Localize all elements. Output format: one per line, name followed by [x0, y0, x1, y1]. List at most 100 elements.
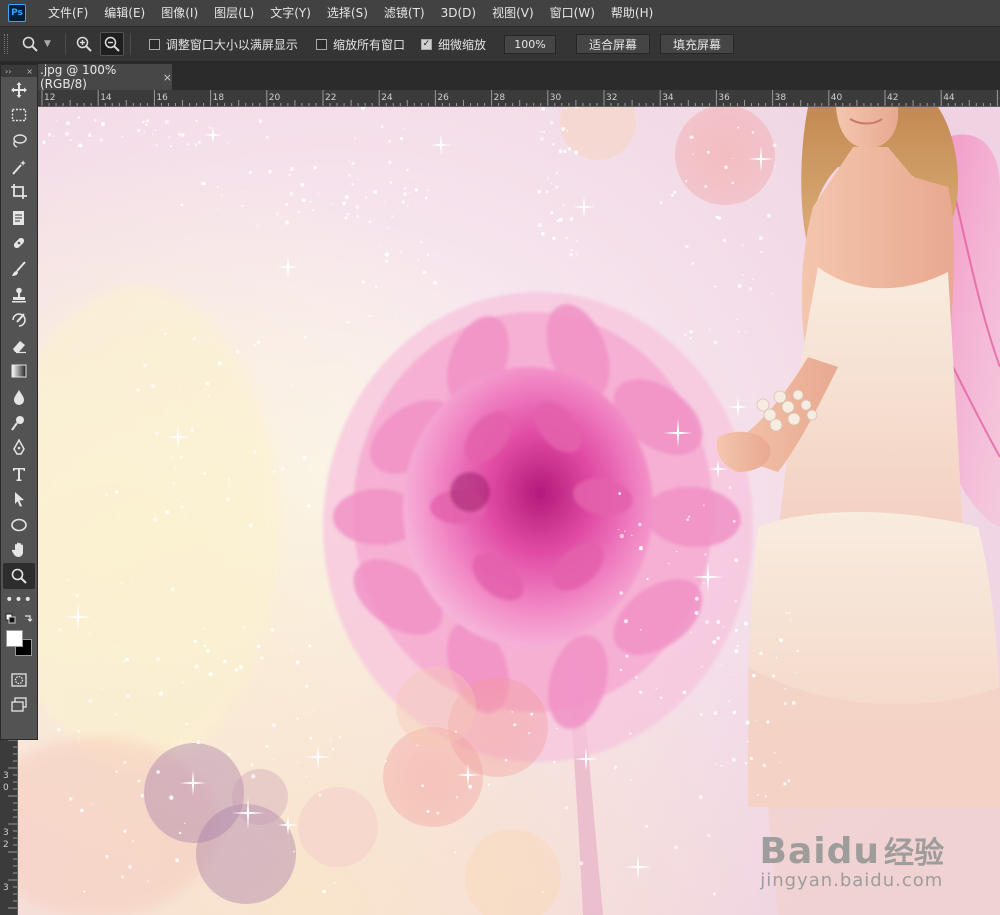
sparkle-dot	[618, 528, 620, 531]
sparkle-dot	[180, 505, 184, 509]
sparkle-dot	[165, 510, 170, 515]
sparkle-dot	[223, 659, 227, 664]
dahlia-flower	[323, 292, 753, 762]
more-tools-icon[interactable]: •••	[1, 589, 37, 611]
document-canvas[interactable]: Baidu 经验 jingyan.baidu.com	[18, 107, 1000, 915]
menu-window[interactable]: 窗口(W)	[542, 0, 603, 26]
zoom-in-icon[interactable]	[72, 32, 96, 56]
sparkle-dot	[270, 628, 275, 632]
sparkle-dot	[402, 200, 405, 204]
zoom-percent-field[interactable]: 100%	[503, 34, 556, 54]
lasso-tool-icon[interactable]	[1, 128, 37, 154]
sparkle-dot	[228, 478, 231, 481]
sparkle-dot	[194, 143, 198, 147]
sparkle-dot	[389, 180, 393, 184]
screen-mode-icon[interactable]	[1, 692, 37, 718]
menu-type[interactable]: 文字(Y)	[262, 0, 319, 26]
sparkle-dot	[56, 727, 61, 732]
foreground-color-swatch[interactable]	[6, 629, 23, 647]
sparkle-dot	[734, 599, 737, 603]
brush-tool-icon[interactable]	[1, 256, 37, 282]
crop-tool-icon[interactable]	[1, 179, 37, 205]
close-icon[interactable]: ×	[26, 67, 33, 76]
type-tool-icon[interactable]	[1, 461, 37, 487]
sparkle-dot	[424, 196, 428, 200]
ruler-vertical[interactable]: 3 0 3 2 3	[0, 740, 18, 915]
sparkle-dot	[576, 253, 579, 256]
sparkle-dot	[757, 794, 759, 796]
sparkle-dot	[309, 200, 312, 203]
move-tool-icon[interactable]	[1, 77, 37, 103]
close-icon[interactable]: ×	[163, 71, 172, 84]
collapse-panel-icon[interactable]: ››	[5, 67, 11, 76]
sparkle-dot	[569, 217, 574, 221]
sparkle-dot	[384, 259, 389, 264]
sparkle-dot	[236, 350, 240, 354]
fill-screen-button[interactable]: 填充屏幕	[659, 34, 734, 54]
resize-windows-checkbox[interactable]	[148, 38, 160, 50]
sparkle-dot	[317, 192, 320, 194]
sparkle-dot	[406, 205, 409, 208]
sparkle-dot	[716, 636, 720, 640]
watermark-brand: Baidu	[759, 831, 880, 872]
options-bar-grip[interactable]	[4, 34, 8, 54]
zoom-all-windows-checkbox[interactable]	[315, 38, 327, 50]
document-tab[interactable]: .jpg @ 100%(RGB/8) ×	[38, 63, 172, 91]
default-colors-icon[interactable]	[1, 611, 37, 627]
pen-tool-icon[interactable]	[1, 435, 37, 461]
menu-help[interactable]: 帮助(H)	[603, 0, 661, 26]
gradient-tool-icon[interactable]	[1, 359, 37, 385]
sparkle-dot	[388, 140, 391, 143]
sparkle-dot	[619, 591, 624, 595]
marquee-tool-icon[interactable]	[1, 103, 37, 129]
hand-tool-icon[interactable]	[1, 538, 37, 564]
tools-panel-header[interactable]: ›› ×	[1, 65, 37, 77]
dodge-tool-icon[interactable]	[1, 410, 37, 436]
eraser-tool-icon[interactable]	[1, 333, 37, 359]
sparkle-dot	[162, 663, 164, 665]
fit-screen-button[interactable]: 适合屏幕	[575, 34, 650, 54]
quick-mask-icon[interactable]	[1, 667, 37, 693]
magic-wand-tool-icon[interactable]	[1, 154, 37, 180]
baidu-jingyan-watermark: Baidu 经验 jingyan.baidu.com	[760, 828, 944, 891]
zoom-tool-icon[interactable]	[3, 563, 35, 589]
menu-file[interactable]: 文件(F)	[40, 0, 96, 26]
sparkle-dot	[248, 170, 253, 175]
blur-tool-icon[interactable]	[1, 384, 37, 410]
ruler-horizontal-ticks: 121416182022242628303234363840424446	[41, 90, 1000, 106]
sparkle-dot	[762, 763, 767, 768]
clone-stamp-tool-icon[interactable]	[1, 282, 37, 308]
sparkle-dot	[206, 649, 211, 654]
sparkle-dot	[154, 431, 159, 436]
menu-select[interactable]: 选择(S)	[319, 0, 376, 26]
menu-view[interactable]: 视图(V)	[484, 0, 542, 26]
sparkle-dot	[288, 173, 291, 177]
sparkle-dot	[545, 190, 549, 194]
sparkle-dot	[733, 674, 735, 676]
sparkle-dot	[752, 673, 756, 678]
healing-brush-tool-icon[interactable]	[1, 231, 37, 257]
menu-layer[interactable]: 图层(L)	[206, 0, 262, 26]
scrubby-zoom-checkbox[interactable]: ✓	[420, 38, 432, 50]
frame-tool-icon[interactable]	[1, 205, 37, 231]
sparkle-dot	[185, 722, 188, 725]
menu-3d[interactable]: 3D(D)	[433, 0, 484, 26]
menu-image[interactable]: 图像(I)	[153, 0, 206, 26]
menu-filter[interactable]: 滤镜(T)	[376, 0, 433, 26]
sparkle-dot	[549, 256, 551, 258]
sparkle-dot	[704, 185, 708, 189]
zoom-out-icon[interactable]	[99, 32, 124, 56]
history-brush-tool-icon[interactable]	[1, 307, 37, 333]
path-selection-tool-icon[interactable]	[1, 487, 37, 513]
sparkle-dot	[734, 628, 738, 632]
zoom-tool-preset-icon[interactable]	[18, 32, 42, 56]
ellipse-tool-icon[interactable]	[1, 512, 37, 538]
chevron-down-icon[interactable]: ▼	[44, 39, 51, 49]
sparkle-dot	[79, 737, 81, 739]
ruler-horizontal[interactable]: 121416182022242628303234363840424446	[38, 90, 1000, 107]
sparkle-dot	[180, 203, 184, 207]
ruler-label: 44	[943, 93, 955, 103]
sparkle-dot	[530, 712, 534, 716]
menu-edit[interactable]: 编辑(E)	[96, 0, 153, 26]
sparkle-dot	[248, 523, 253, 528]
